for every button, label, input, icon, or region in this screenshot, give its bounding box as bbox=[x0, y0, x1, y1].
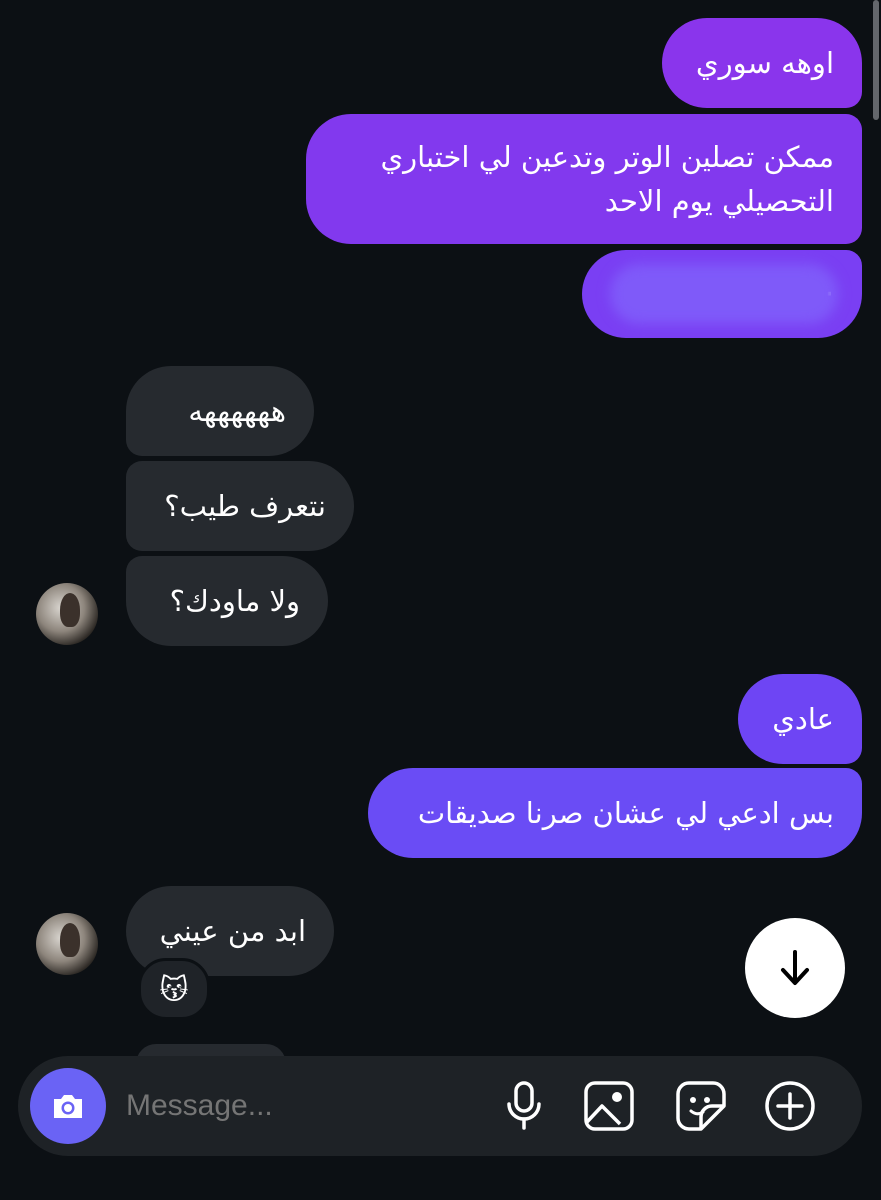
message-text: التحصيلي يوم الاحد bbox=[604, 184, 834, 218]
message-text: ابد من عيني bbox=[159, 914, 306, 948]
message-incoming[interactable]: ههههههه bbox=[126, 366, 314, 456]
message-outgoing[interactable]: عادي bbox=[738, 674, 862, 764]
avatar[interactable] bbox=[36, 913, 98, 975]
microphone-icon bbox=[507, 1081, 541, 1130]
gallery-button[interactable] bbox=[581, 1078, 637, 1134]
plus-icon bbox=[765, 1081, 815, 1131]
message-outgoing[interactable]: اوهه سوري bbox=[662, 18, 862, 108]
message-incoming[interactable]: ولا ماودك؟ bbox=[126, 556, 328, 646]
message-text: ولا ماودك؟ bbox=[169, 584, 300, 618]
arrow-down-icon bbox=[781, 950, 809, 985]
message-text: نتعرف طيب؟ bbox=[164, 489, 326, 523]
message-text: ههههههه bbox=[188, 394, 286, 428]
message-outgoing[interactable]: بس ادعي لي عشان صرنا صديقات bbox=[368, 768, 862, 858]
voice-message-button[interactable] bbox=[496, 1078, 552, 1134]
camera-icon bbox=[54, 1095, 82, 1118]
message-outgoing[interactable]: ممكن تصلين الوتر وتدعين لي اختباري التحص… bbox=[306, 114, 862, 244]
scrollbar[interactable] bbox=[873, 0, 879, 120]
more-options-button[interactable] bbox=[762, 1078, 818, 1134]
scroll-to-bottom-button[interactable] bbox=[745, 918, 845, 1018]
image-icon bbox=[584, 1081, 634, 1131]
sticker-button[interactable] bbox=[673, 1078, 729, 1134]
sticker-icon bbox=[676, 1081, 726, 1131]
message-input[interactable] bbox=[126, 1082, 466, 1130]
redaction-blur bbox=[610, 264, 838, 324]
message-incoming[interactable]: نتعرف طيب؟ bbox=[126, 461, 354, 551]
message-text: عادي bbox=[772, 702, 834, 736]
message-composer bbox=[18, 1056, 862, 1156]
message-text: بس ادعي لي عشان صرنا صديقات bbox=[417, 796, 834, 830]
camera-button[interactable] bbox=[30, 1068, 106, 1144]
message-text: اوهه سوري bbox=[695, 46, 834, 80]
avatar[interactable] bbox=[36, 583, 98, 645]
message-reaction[interactable]: 😽 bbox=[138, 958, 210, 1020]
reaction-emoji: 😽 bbox=[159, 972, 189, 1006]
message-text: ممكن تصلين الوتر وتدعين لي اختباري bbox=[380, 140, 834, 174]
